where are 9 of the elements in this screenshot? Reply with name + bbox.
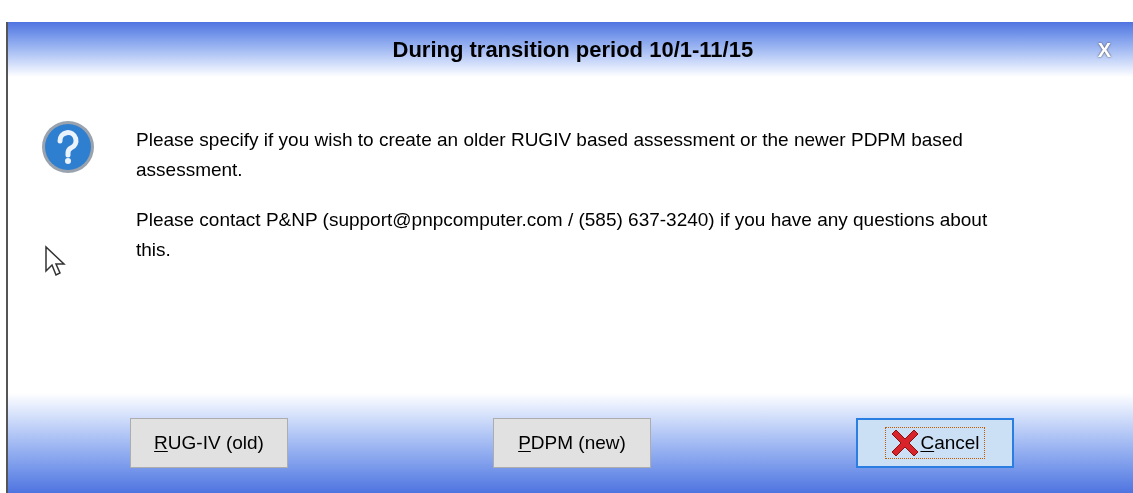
cancel-button[interactable]: Cancel (856, 418, 1014, 468)
message-text: Please contact P&NP (support@pnpcomputer.com / (585) 637-3240) if you have any questions about this. (136, 208, 989, 262)
message-text: Please specify if you wish to create an older RUGIV based assessment or the newer PDPM based assessment. (136, 128, 964, 182)
question-icon (40, 119, 96, 175)
choice-button[interactable]: PDPM (new) (493, 418, 651, 468)
mouse-pointer-icon (44, 245, 68, 279)
choice-button[interactable]: RUG-IV (old) (130, 418, 288, 468)
cross-icon (890, 428, 921, 458)
window-title: During transition period 10/1-11/15 (391, 36, 755, 64)
